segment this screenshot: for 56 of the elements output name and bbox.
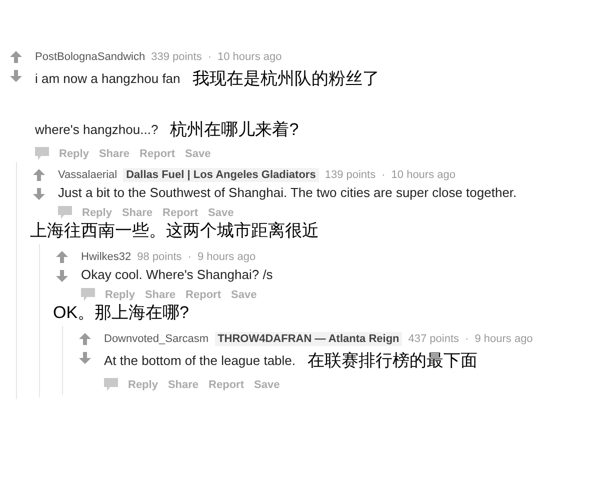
downvote-icon[interactable] [79,352,91,364]
comment-icon[interactable] [104,378,118,391]
comment-icon[interactable] [58,206,72,219]
translation-text: 上海往西南一些。这两个城市距离很近 [30,220,320,242]
username-link[interactable]: PostBolognaSandwich [35,50,146,62]
downvote-icon[interactable] [10,70,22,82]
action-link[interactable]: Save [231,288,257,300]
username-link[interactable]: Vassalaerial [58,168,118,180]
action-link[interactable]: Report [162,206,198,218]
upvote-icon[interactable] [56,251,68,263]
action-link[interactable]: Report [140,148,175,160]
action-link[interactable]: Share [168,378,199,390]
username-link[interactable]: Hwilkes32 [81,250,132,262]
action-link[interactable]: Save [185,148,211,160]
action-link[interactable]: Report [208,378,244,390]
username-link[interactable]: Downvoted_Sarcasm [104,332,209,344]
action-link[interactable]: Reply [82,206,112,218]
comment-icon[interactable] [81,288,95,301]
upvote-icon[interactable] [79,333,91,345]
timestamp: 10 hours ago [218,50,282,62]
translation-text: 杭州在哪儿来着? [170,119,299,141]
timestamp: 9 hours ago [474,332,533,344]
upvote-icon[interactable] [10,51,22,63]
timestamp: 9 hours ago [197,250,256,262]
points-count: 339 points [151,50,202,62]
separator-dot: · [208,50,212,62]
action-link[interactable]: Report [186,288,221,300]
timestamp: 10 hours ago [391,168,456,180]
comment-text: Okay cool. Where's Shanghai? /s [81,267,273,282]
comment-icon[interactable] [35,147,49,160]
comment-text: where's hangzhou...? [35,122,158,137]
points-count: 139 points [324,168,376,180]
points-count: 437 points [408,332,460,344]
action-link[interactable]: Share [122,206,153,218]
action-link[interactable]: Save [254,378,280,390]
translation-text: OK。那上海在哪? [53,302,190,324]
separator-dot: · [465,332,469,344]
downvote-icon[interactable] [56,270,68,282]
action-link[interactable]: Reply [128,378,158,390]
upvote-icon[interactable] [33,169,45,181]
action-link[interactable]: Reply [59,148,89,160]
downvote-icon[interactable] [33,188,45,200]
comment-text: At the bottom of the league table. [104,353,296,368]
action-link[interactable]: Share [144,288,176,300]
comment-text: i am now a hangzhou fan [35,71,180,86]
action-link[interactable]: Reply [105,288,135,300]
user-flair: THROW4DAFRAN — Atlanta Reign [214,332,402,346]
translation-text: 我现在是杭州队的粉丝了 [192,68,380,90]
action-link[interactable]: Save [208,206,234,218]
separator-dot: · [188,250,192,262]
separator-dot: · [382,168,386,180]
action-link[interactable]: Share [98,148,130,160]
points-count: 98 points [137,250,182,262]
user-flair: Dallas Fuel | Los Angeles Gladiators [123,168,319,182]
translation-text: 在联赛排行榜的最下面 [308,350,478,372]
comment-text: Just a bit to the Southwest of Shanghai. The two cities are super close together. [58,185,517,200]
